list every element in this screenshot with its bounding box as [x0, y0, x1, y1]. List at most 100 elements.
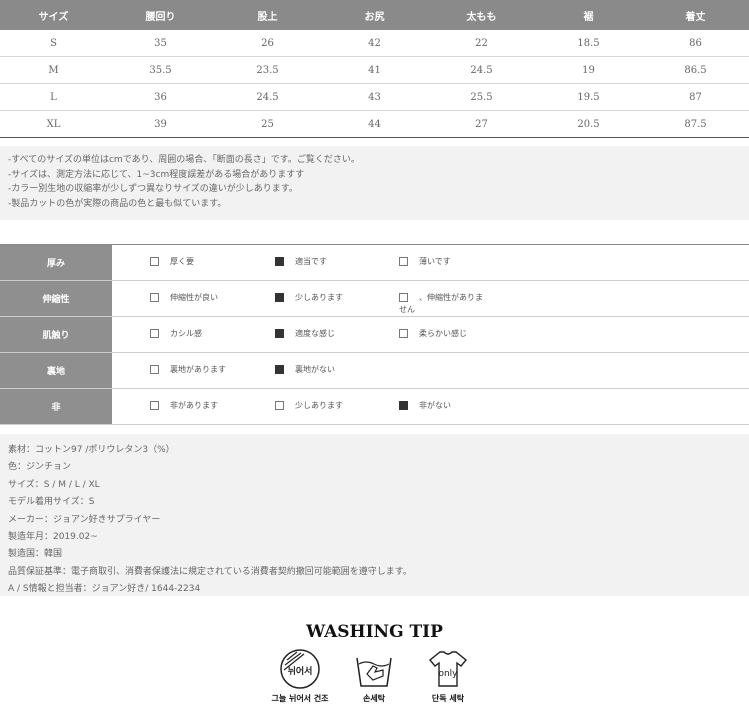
header-cell: 腰回り [145, 11, 176, 23]
feature-option: 薄いです [399, 257, 451, 267]
table-cell: 22 [475, 37, 488, 49]
header-cell: 着丈 [685, 11, 706, 23]
shade-dry-icon: 뉘어서 [280, 649, 320, 689]
table-cell: 35.5 [149, 64, 172, 76]
checkbox [399, 329, 408, 338]
option-label: 裏地があります [170, 365, 226, 374]
checkbox [399, 257, 408, 266]
table-cell: 86.5 [684, 64, 707, 76]
feature-option: 適度な感じ [275, 329, 335, 339]
header-cell: 太もも [466, 11, 497, 23]
feature-label: 非 [0, 389, 112, 424]
feature-label: 肌触り [0, 317, 112, 352]
spec-line: 色：ジンチョン [8, 462, 72, 473]
table-cell: 39 [154, 118, 167, 130]
feature-option: 少しあります [275, 401, 343, 411]
header-cell: 股上 [257, 11, 278, 23]
option-label: 裏地がない [295, 365, 335, 374]
table-cell: 36 [154, 91, 167, 103]
table-row: S 35 26 42 22 18.5 86 [0, 30, 749, 57]
option-label: 厚く要 [170, 257, 194, 266]
feature-option: 厚く要 [150, 257, 194, 267]
option-label: 適当です [295, 257, 327, 266]
feature-label: 伸縮性 [0, 281, 112, 316]
feature-option: カシル感 [150, 329, 202, 339]
feature-option: 少しあります [275, 293, 343, 303]
option-label: 非がない [419, 401, 451, 410]
option-label: カシル感 [170, 329, 202, 338]
header-cell: お尻 [364, 11, 385, 23]
table-cell: 87 [689, 91, 702, 103]
spec-line: A / S情報と担当者：ジョアン好き/ 1644-2234 [8, 584, 201, 595]
feature-label: 厚み [0, 245, 112, 280]
table-cell: 19 [582, 64, 595, 76]
separate-wash-icon: only [429, 651, 467, 687]
feature-row-thickness: 厚み 厚く要 適当です 薄いです [0, 245, 749, 281]
table-cell: 86 [689, 37, 702, 49]
feature-row-sheerness: 非 非があります 少しあります 非がない [0, 389, 749, 425]
header-cell: サイズ [38, 11, 69, 23]
feature-option: 非がない [399, 401, 451, 411]
feature-option: 伸縮性が良い [150, 293, 218, 303]
checkbox-checked [275, 257, 284, 266]
hand-wash-icon [356, 657, 392, 687]
table-cell: 25 [261, 118, 274, 130]
table-cell: 27 [475, 118, 488, 130]
checkbox-checked [275, 365, 284, 374]
checkbox [150, 365, 159, 374]
table-cell: 24.5 [470, 64, 493, 76]
shade-dry-icon-text: 뉘어서 [288, 665, 313, 677]
washing-tip-title: WASHING TIP [306, 622, 443, 642]
table-cell: 18.5 [577, 37, 600, 49]
note-line: -製品カットの色が実際の商品の色と最も似ています。 [8, 198, 227, 209]
feature-option: 適当です [275, 257, 327, 267]
feature-row-elasticity: 伸縮性 伸縮性が良い 少しあります 、伸縮性がありま せん [0, 281, 749, 317]
table-row: M 35.5 23.5 41 24.5 19 86.5 [0, 57, 749, 84]
size-notes: -すべてのサイズの単位はcmであり、周囲の場合、「断面の長さ」です。ご覧ください… [0, 146, 749, 220]
feature-label: 裏地 [0, 353, 112, 388]
spec-line: 素材：コットン97 /ポリウレタン3（%） [8, 445, 175, 455]
separate-wash-icon-text: only [438, 669, 458, 679]
note-line: -カラー別生地の収縮率が少しずつ異なりサイズの違いが少しあります。 [8, 184, 298, 194]
table-cell: 25.5 [470, 91, 493, 103]
checkbox [150, 329, 159, 338]
table-cell: L [50, 91, 57, 103]
checkbox-checked [275, 329, 284, 338]
checkbox [399, 293, 408, 302]
table-cell: 44 [368, 118, 381, 130]
checkbox-checked [275, 293, 284, 302]
feature-option: 裏地があります [150, 365, 226, 375]
option-label: 適度な感じ [295, 329, 335, 338]
feature-table: 厚み 厚く要 適当です 薄いです 伸縮性 伸縮性が良い 少しあります 、伸縮性が… [0, 244, 749, 425]
feature-option: 非があります [150, 401, 218, 411]
spec-line: 品質保証基準：電子商取引、消費者保護法に規定されている消費者契約撤回可能範囲を遵… [8, 566, 412, 577]
option-label-wrap: せん [399, 305, 415, 314]
washing-label: 손세탁 [362, 694, 386, 703]
table-cell: 19.5 [577, 91, 600, 103]
checkbox [275, 401, 284, 410]
table-cell: S [50, 37, 57, 49]
table-cell: 35 [154, 37, 167, 49]
table-cell: 26 [261, 37, 274, 49]
option-label: 伸縮性が良い [170, 293, 218, 302]
spec-line: メーカー：ジョアン好きサプライヤー [8, 514, 161, 525]
header-cell: 裾 [583, 11, 594, 23]
table-cell: 24.5 [256, 91, 279, 103]
note-line: -サイズは、測定方法に応じて、1~3cm程度誤差がある場合がありますす [8, 169, 305, 180]
table-cell: 87.5 [684, 118, 707, 130]
note-line: -すべてのサイズの単位はcmであり、周囲の場合、「断面の長さ」です。ご覧ください… [8, 155, 360, 165]
feature-row-texture: 肌触り カシル感 適度な感じ 柔らかい感じ [0, 317, 749, 353]
option-label: 、伸縮性がありま [419, 293, 483, 302]
table-row: L 36 24.5 43 25.5 19.5 87 [0, 84, 749, 111]
size-table: サイズ 腰回り 股上 お尻 太もも 裾 着丈 S 35 26 42 22 18.… [0, 0, 749, 138]
checkbox-checked [399, 401, 408, 410]
washing-item: only 단독 세탁 [416, 648, 480, 704]
feature-option: 、伸縮性がありま せん [399, 293, 509, 315]
checkbox [150, 401, 159, 410]
option-label: 柔らかい感じ [419, 329, 467, 338]
feature-option: 柔らかい感じ [399, 329, 467, 339]
spec-line: 製造年月：2019.02~ [8, 532, 98, 543]
checkbox [150, 293, 159, 302]
option-label: 少しあります [295, 401, 343, 410]
feature-row-lining: 裏地 裏地があります 裏地がない [0, 353, 749, 389]
